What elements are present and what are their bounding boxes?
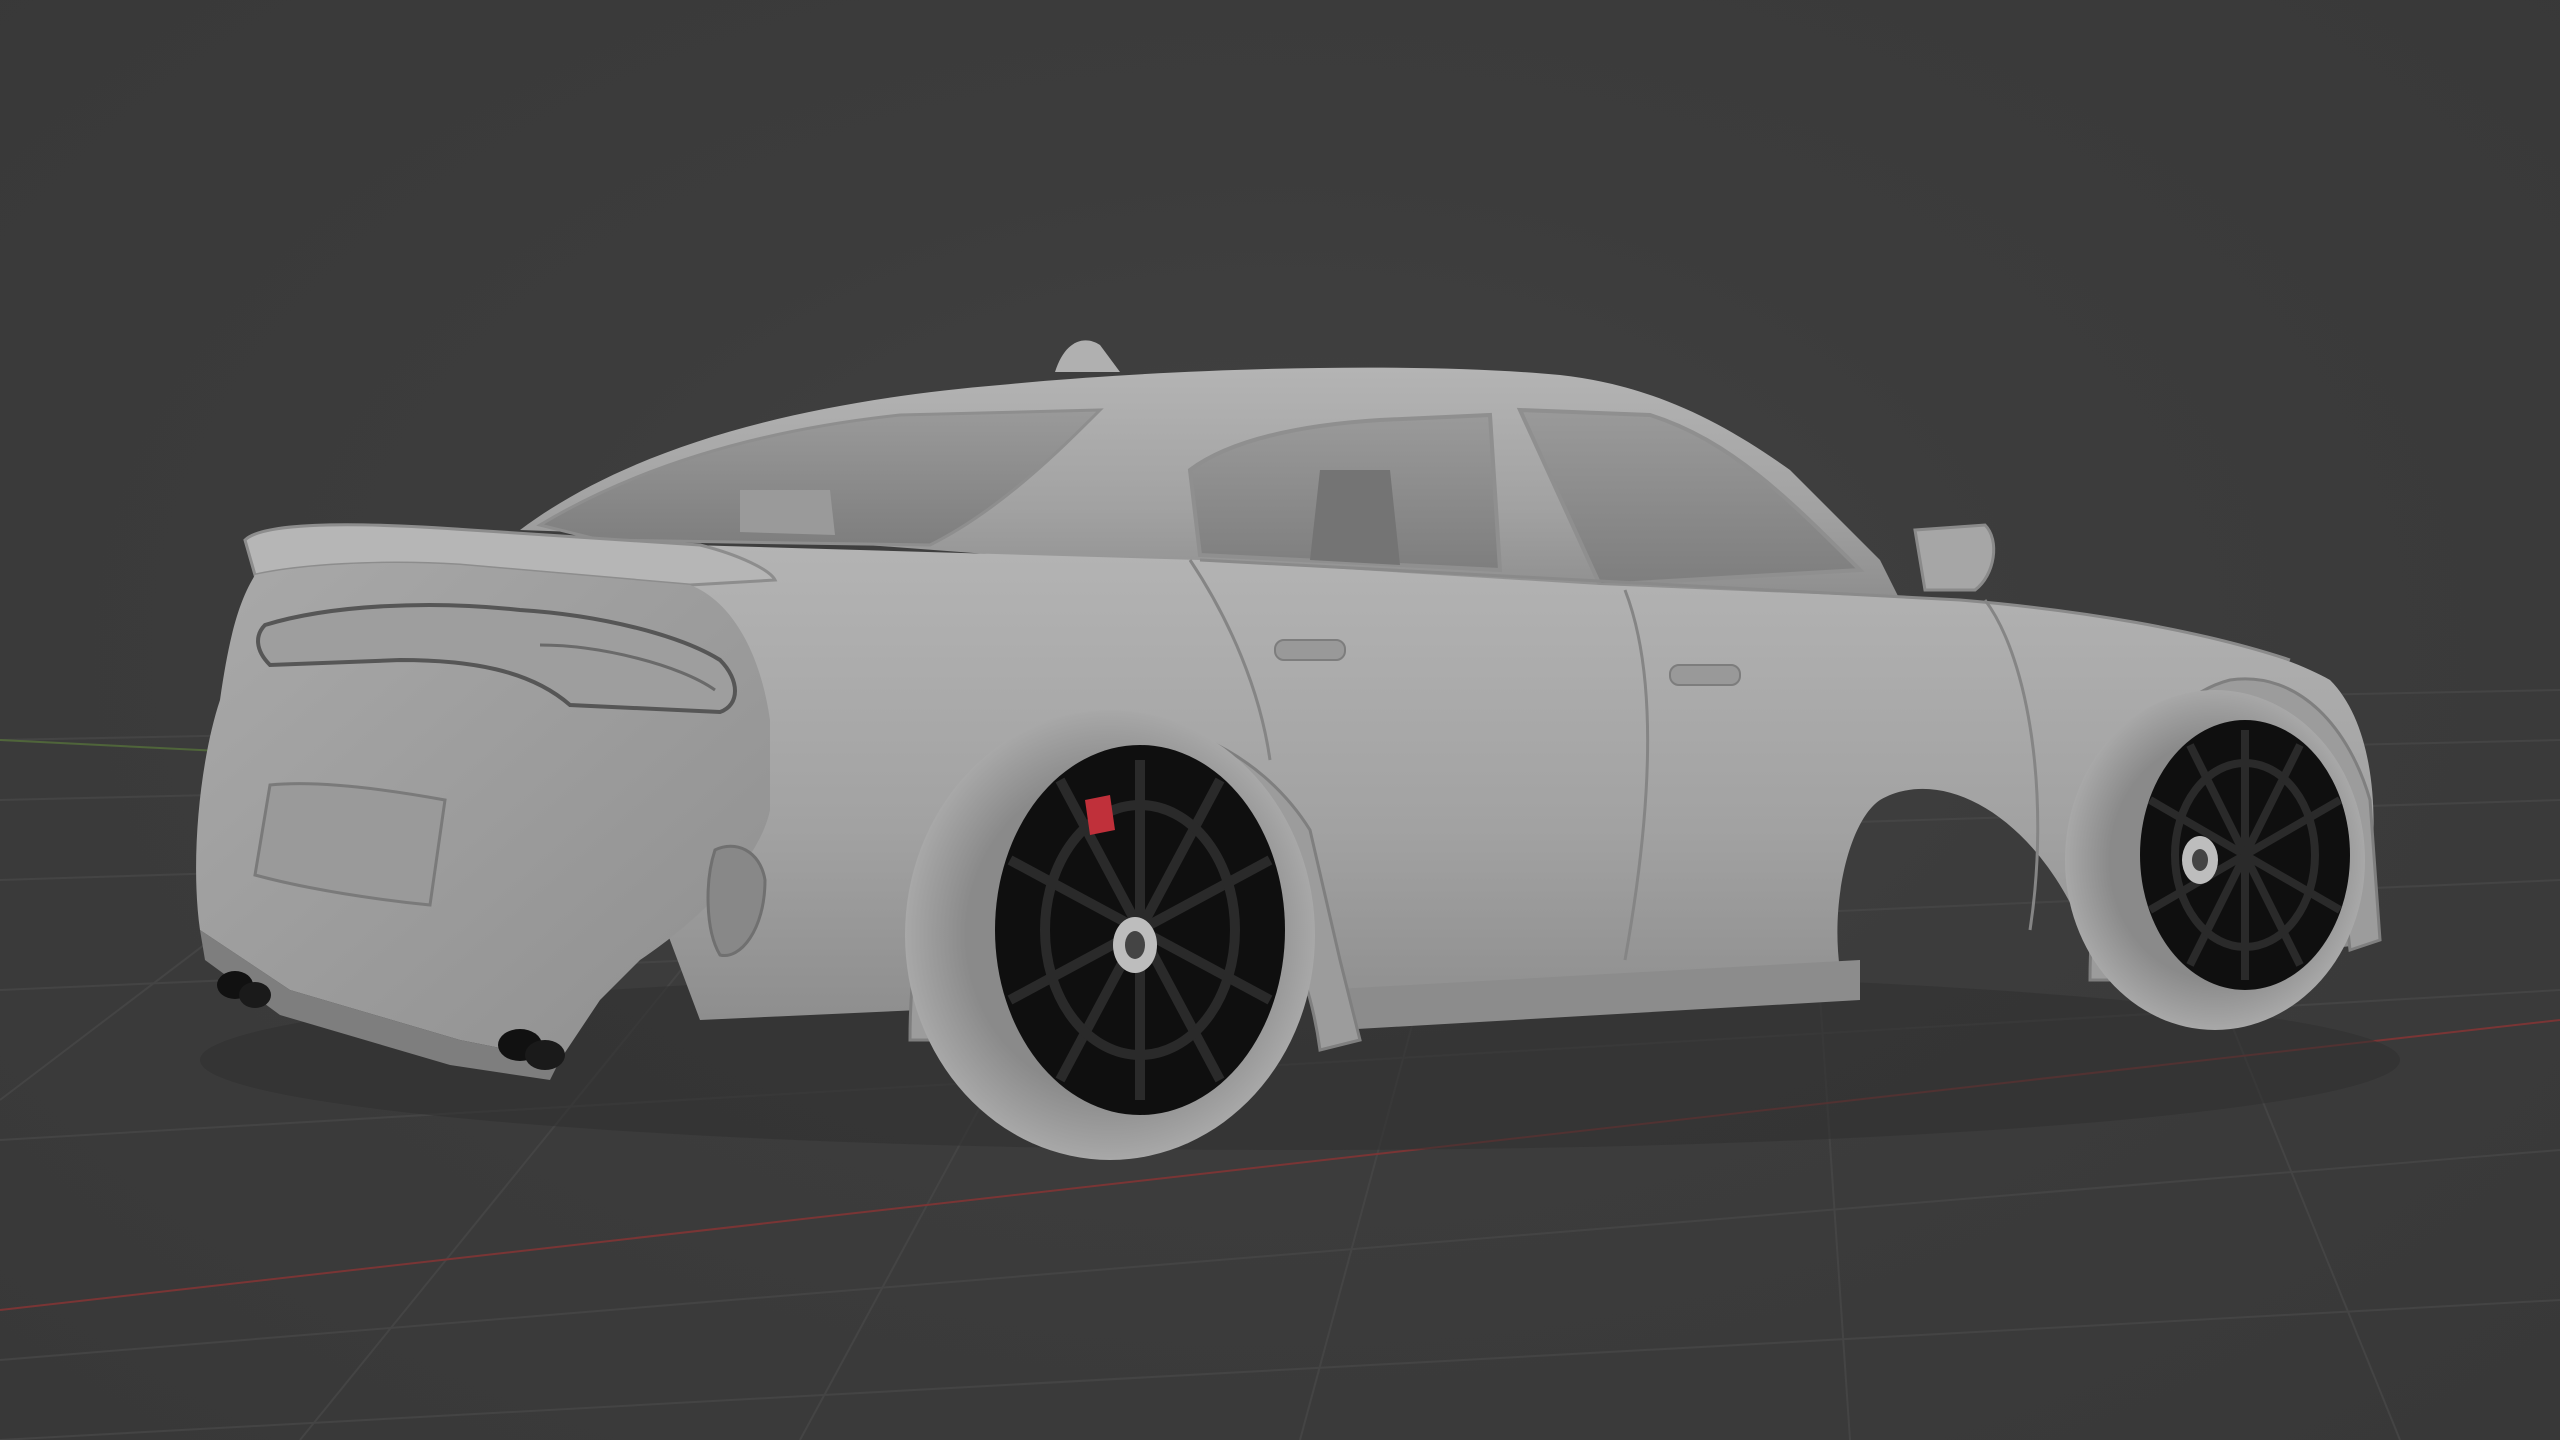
side-mirror <box>1913 523 1996 592</box>
seat-shape <box>1310 470 1400 565</box>
3d-viewport[interactable] <box>0 0 2560 1440</box>
door-handle <box>1669 664 1741 686</box>
front-wheel <box>2065 690 2365 1030</box>
exhaust-tip <box>239 982 271 1008</box>
door-handle <box>1274 639 1346 661</box>
brake-caliper <box>1085 795 1115 835</box>
front-hub-cap <box>2192 849 2208 871</box>
rear-hub-cap <box>1125 931 1145 959</box>
antenna-fin <box>1055 340 1120 372</box>
seat-shape <box>740 490 835 535</box>
exhaust-tip <box>525 1040 565 1070</box>
viewport-canvas[interactable] <box>0 0 2560 1440</box>
rear-wheel <box>905 710 1315 1160</box>
